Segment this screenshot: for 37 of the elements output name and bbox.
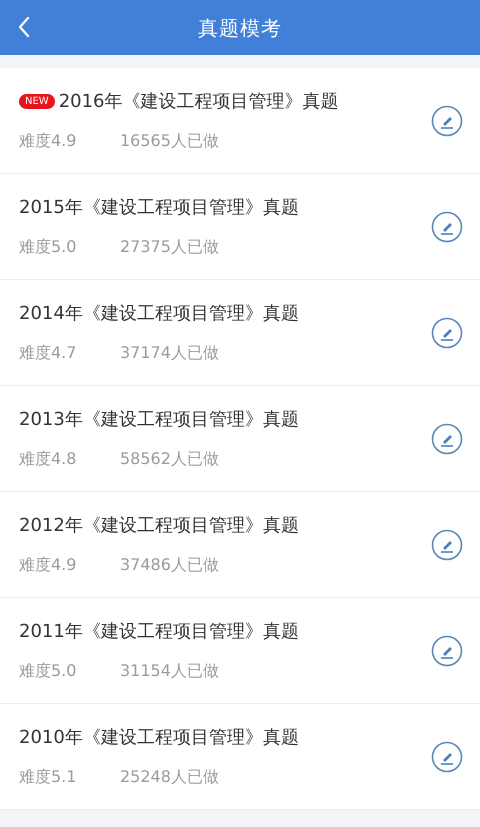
edit-icon[interactable] bbox=[431, 316, 463, 348]
page-title: 真题模考 bbox=[198, 14, 282, 42]
new-badge: NEW bbox=[19, 94, 55, 109]
edit-icon[interactable] bbox=[431, 422, 463, 454]
exam-title: 2014年《建设工程项目管理》真题 bbox=[19, 302, 299, 326]
difficulty-text: 难度5.0 bbox=[19, 236, 78, 258]
edit-icon[interactable] bbox=[431, 104, 463, 136]
exam-title: 2013年《建设工程项目管理》真题 bbox=[19, 408, 299, 432]
edit-icon[interactable] bbox=[431, 210, 463, 242]
edit-icon[interactable] bbox=[431, 528, 463, 560]
difficulty-text: 难度4.9 bbox=[19, 130, 78, 152]
exam-list-item[interactable]: NEW 2016年《建设工程项目管理》真题 难度4.9 16565人已做 bbox=[0, 68, 480, 174]
done-count: 37486人已做 bbox=[120, 554, 219, 576]
exam-title: 2012年《建设工程项目管理》真题 bbox=[19, 514, 299, 538]
exam-list-item[interactable]: 2015年《建设工程项目管理》真题 难度5.0 27375人已做 bbox=[0, 174, 480, 280]
exam-title: 2015年《建设工程项目管理》真题 bbox=[19, 196, 299, 220]
exam-list-item[interactable]: 2012年《建设工程项目管理》真题 难度4.9 37486人已做 bbox=[0, 492, 480, 598]
difficulty-text: 难度4.8 bbox=[19, 448, 78, 470]
exam-list-item[interactable]: 2013年《建设工程项目管理》真题 难度4.8 58562人已做 bbox=[0, 386, 480, 492]
done-count: 27375人已做 bbox=[120, 236, 219, 258]
difficulty-text: 难度4.7 bbox=[19, 342, 78, 364]
exam-list-item[interactable]: 2014年《建设工程项目管理》真题 难度4.7 37174人已做 bbox=[0, 280, 480, 386]
done-count: 25248人已做 bbox=[120, 766, 219, 788]
done-count: 31154人已做 bbox=[120, 660, 219, 682]
done-count: 16565人已做 bbox=[120, 130, 219, 152]
exam-list-item[interactable]: 2011年《建设工程项目管理》真题 难度5.0 31154人已做 bbox=[0, 598, 480, 704]
edit-icon[interactable] bbox=[431, 740, 463, 772]
difficulty-text: 难度5.1 bbox=[19, 766, 78, 788]
done-count: 58562人已做 bbox=[120, 448, 219, 470]
exam-title: 2016年《建设工程项目管理》真题 bbox=[58, 90, 338, 114]
difficulty-text: 难度4.9 bbox=[19, 554, 78, 576]
exam-title: 2010年《建设工程项目管理》真题 bbox=[19, 726, 299, 750]
difficulty-text: 难度5.0 bbox=[19, 660, 78, 682]
done-count: 37174人已做 bbox=[120, 342, 219, 364]
exam-list-item[interactable]: 2010年《建设工程项目管理》真题 难度5.1 25248人已做 bbox=[0, 704, 480, 810]
exam-title: 2011年《建设工程项目管理》真题 bbox=[19, 620, 299, 644]
edit-icon[interactable] bbox=[431, 634, 463, 666]
